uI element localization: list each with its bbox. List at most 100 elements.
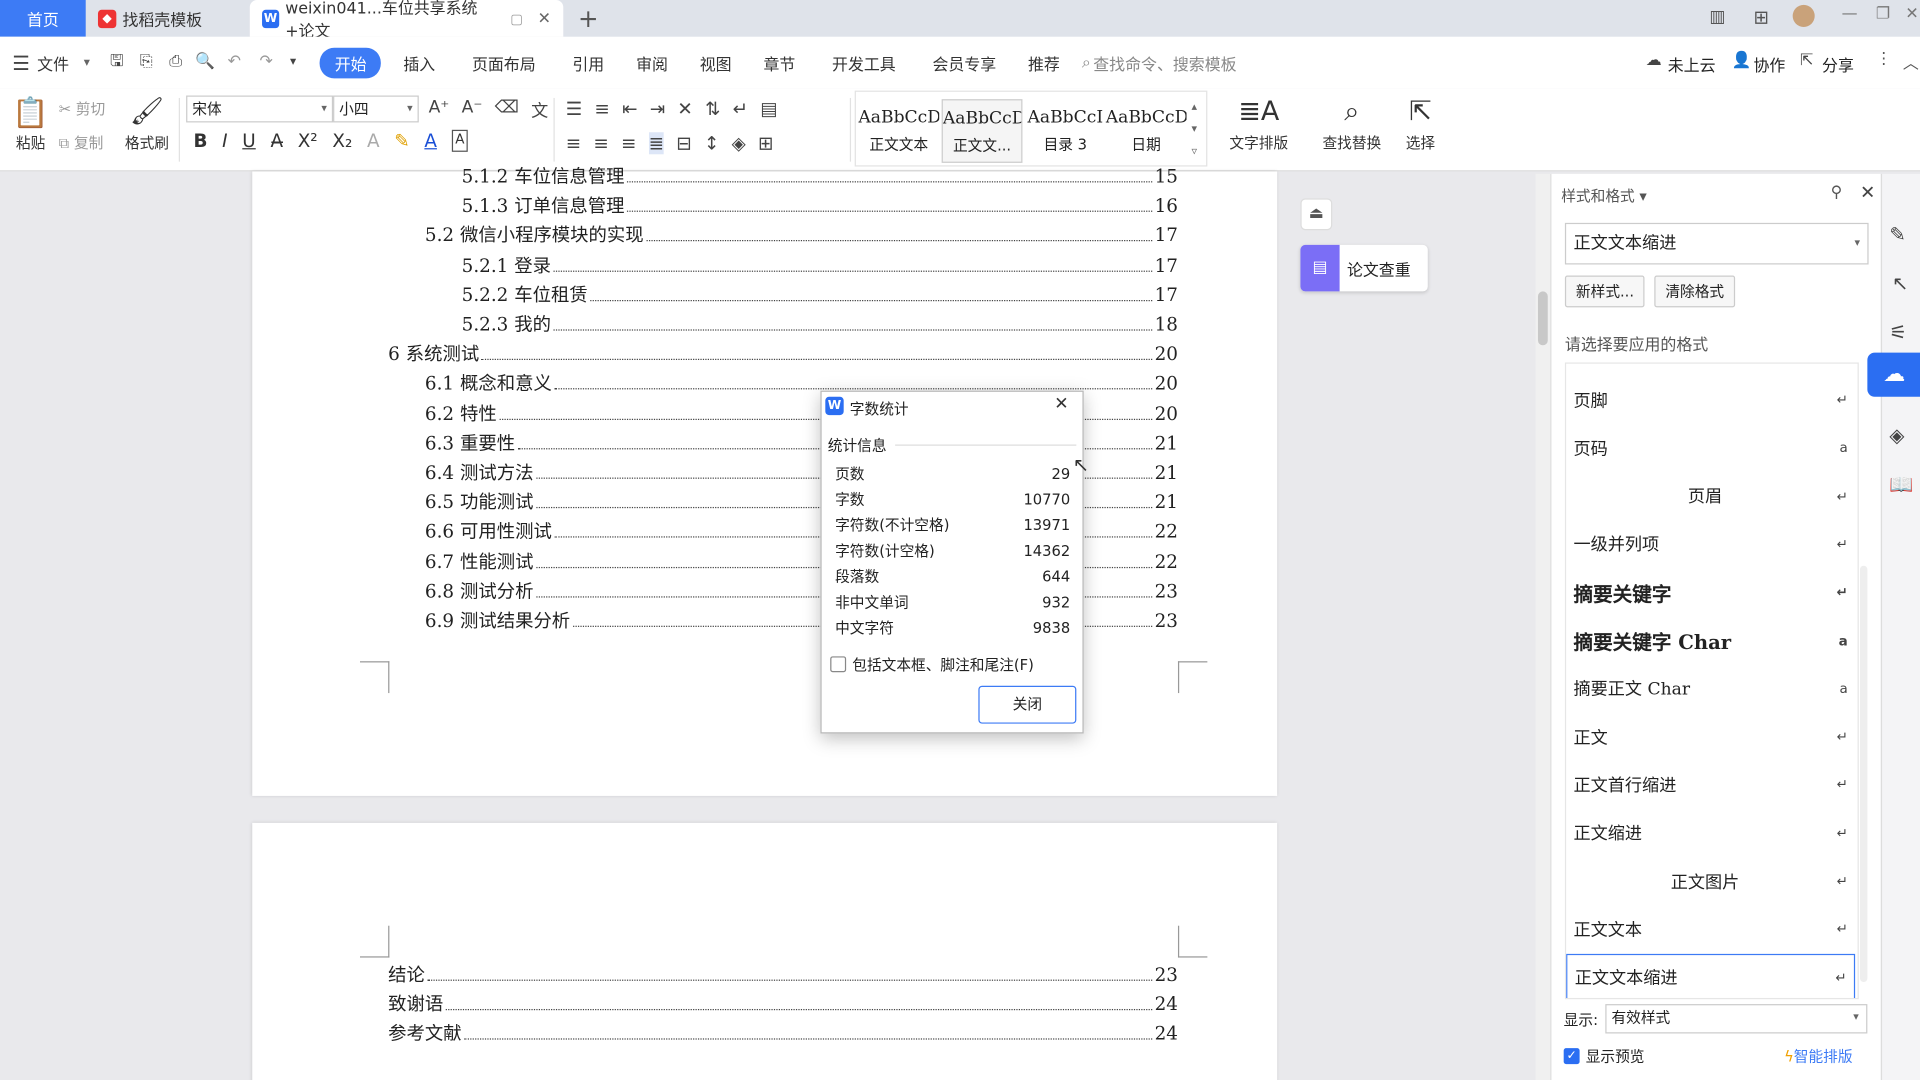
style-item[interactable]: 一级并列项 ↵: [1566, 520, 1855, 568]
toc-entry[interactable]: 5.2.3 我的 18: [462, 310, 1178, 339]
pin-panel-icon[interactable]: ⚲: [1831, 184, 1843, 202]
apps-grid-icon[interactable]: ⊞: [1753, 6, 1768, 28]
menu-home[interactable]: 开始: [320, 47, 382, 78]
gallery-scroll-icon[interactable]: ▴ ▾ ▿: [1191, 97, 1197, 163]
close-panel-icon[interactable]: ✕: [1860, 181, 1875, 203]
bullet-list-icon[interactable]: ☰: [566, 98, 582, 120]
paste-button[interactable]: 📋 粘贴: [10, 93, 52, 153]
style-item[interactable]: 摘要正文 Char a: [1566, 665, 1855, 713]
edit-pen-icon[interactable]: ✎: [1889, 223, 1905, 246]
pin-icon[interactable]: ▢: [510, 10, 523, 26]
toc-entry[interactable]: 致谢语 24: [388, 990, 1178, 1019]
new-style-button[interactable]: 新样式...: [1564, 275, 1646, 308]
show-filter-select[interactable]: 有效样式 ▾: [1605, 1004, 1868, 1034]
menu-chapter[interactable]: 章节: [749, 51, 810, 74]
decrease-indent-icon[interactable]: ⇤: [622, 98, 637, 120]
menu-developer[interactable]: 开发工具: [817, 51, 910, 74]
pointer-icon[interactable]: ↖: [1892, 272, 1908, 295]
hamburger-icon[interactable]: ☰: [12, 51, 30, 74]
increase-indent-icon[interactable]: ⇥: [650, 98, 665, 120]
redo-icon[interactable]: ↷: [256, 53, 276, 73]
menu-layout[interactable]: 页面布局: [457, 51, 550, 74]
style-sample-4[interactable]: AaBbCcDd 日期: [1106, 99, 1187, 163]
style-item[interactable]: 页眉 ↵: [1566, 472, 1855, 520]
include-textbox-checkbox[interactable]: 包括文本框、脚注和尾注(F): [830, 654, 1034, 675]
print-icon[interactable]: ⎙: [166, 53, 186, 73]
restore-icon[interactable]: ❐: [1876, 5, 1890, 23]
close-button[interactable]: 关闭: [978, 685, 1077, 724]
cloud-status[interactable]: 未上云: [1668, 53, 1716, 76]
tab-ruler-icon[interactable]: ▤: [760, 98, 777, 120]
subscript-icon[interactable]: X₂: [332, 130, 352, 152]
style-list-scrollbar[interactable]: [1860, 565, 1868, 983]
collapse-up-icon[interactable]: ⏏: [1300, 198, 1333, 231]
format-painter-button[interactable]: 🖌 格式刷: [122, 93, 171, 153]
style-item[interactable]: 摘要关键字 Char a: [1566, 617, 1855, 665]
style-item[interactable]: 正文图片 ↵: [1566, 857, 1855, 905]
highlight-icon[interactable]: ✎: [394, 130, 409, 152]
panel-title[interactable]: 样式和格式 ▾: [1561, 185, 1647, 206]
toc-entry[interactable]: 5.1.2 车位信息管理 15: [462, 162, 1178, 191]
close-tab-icon[interactable]: ✕: [538, 9, 551, 27]
share-button[interactable]: 分享: [1822, 53, 1854, 76]
shading-icon[interactable]: ◈: [732, 132, 746, 154]
minimize-icon[interactable]: —: [1842, 5, 1858, 23]
style-item[interactable]: 正文缩进 ↵: [1566, 809, 1855, 857]
numbered-list-icon[interactable]: ≡: [594, 98, 609, 120]
paper-check-button[interactable]: ▤ 论文查重: [1300, 244, 1428, 292]
text-effect-icon[interactable]: A: [367, 130, 380, 152]
print-preview-icon[interactable]: 🔍: [195, 53, 215, 73]
style-item[interactable]: 页码 a: [1566, 424, 1855, 472]
menu-insert[interactable]: 插入: [389, 51, 450, 74]
collapse-ribbon-icon[interactable]: ︿: [1903, 50, 1919, 73]
select-button[interactable]: ⇱ 选择: [1396, 93, 1445, 153]
superscript-icon[interactable]: X²: [298, 130, 318, 152]
menu-view[interactable]: 视图: [685, 51, 746, 74]
bold-icon[interactable]: B: [193, 130, 207, 152]
menu-references[interactable]: 引用: [558, 51, 619, 74]
align-left-icon[interactable]: ≡: [566, 132, 581, 154]
style-item[interactable]: 摘要关键字 ↵: [1566, 568, 1855, 616]
italic-icon[interactable]: I: [222, 130, 227, 152]
font-color-icon[interactable]: A: [424, 130, 437, 152]
layout-icon[interactable]: ▥: [1709, 7, 1725, 27]
line-spacing-icon[interactable]: ↕: [704, 132, 719, 154]
menu-member[interactable]: 会员专享: [918, 51, 1011, 74]
style-sample-3[interactable]: AaBbCcI 目录 3: [1025, 99, 1106, 163]
style-item[interactable]: 正文文本 ↵: [1566, 905, 1855, 953]
shrink-font-icon[interactable]: A⁻: [462, 98, 483, 122]
font-size-select[interactable]: 小四 ▾: [333, 95, 419, 123]
strikethrough-icon[interactable]: A̶: [270, 130, 283, 152]
location-icon[interactable]: ◈: [1889, 424, 1904, 447]
borders-icon[interactable]: ⊞: [758, 132, 773, 154]
text-layout-button[interactable]: ≣A 文字排版: [1222, 93, 1295, 153]
style-item[interactable]: 正文文本缩进 ↵: [1566, 953, 1856, 998]
toc-entry[interactable]: 参考文献 24: [388, 1019, 1178, 1048]
copy-button[interactable]: ⧉ 复制: [59, 132, 104, 153]
align-center-icon[interactable]: ≡: [593, 132, 608, 154]
align-right-icon[interactable]: ≡: [621, 132, 636, 154]
customize-icon[interactable]: ▾: [283, 53, 303, 73]
chinese-layout-icon[interactable]: ✕: [677, 98, 692, 120]
checkbox-box[interactable]: [830, 656, 847, 673]
sliders-icon[interactable]: ⚟: [1889, 321, 1907, 344]
close-window-icon[interactable]: ✕: [1905, 5, 1918, 23]
document-scrollbar[interactable]: [1535, 173, 1551, 1080]
avatar[interactable]: [1792, 4, 1815, 27]
tab-templates[interactable]: ◆ 找稻壳模板: [86, 0, 250, 37]
document-page[interactable]: 结论 23 致谢语 24 参考文献 24: [252, 822, 1278, 1080]
char-border-icon[interactable]: A: [451, 129, 469, 152]
toc-entry[interactable]: 5.1.3 订单信息管理 16: [462, 191, 1178, 220]
font-family-select[interactable]: 宋体 ▾: [186, 95, 334, 123]
scrollbar-thumb[interactable]: [1537, 291, 1548, 346]
toc-entry[interactable]: 5.2.2 车位租赁 17: [462, 280, 1178, 309]
clear-format-icon[interactable]: ⌫: [495, 98, 519, 122]
new-tab-icon[interactable]: +: [578, 4, 599, 33]
book-icon[interactable]: 📖: [1889, 473, 1913, 496]
menu-review[interactable]: 审阅: [621, 51, 682, 74]
find-replace-button[interactable]: ⌕ 查找替换: [1315, 93, 1388, 153]
dialog-close-icon[interactable]: ✕: [1054, 394, 1068, 414]
show-preview-checkbox[interactable]: ✓ 显示预览: [1563, 1046, 1645, 1067]
underline-icon[interactable]: U: [242, 130, 255, 152]
command-search[interactable]: 查找命令、搜索模板: [1093, 51, 1236, 74]
